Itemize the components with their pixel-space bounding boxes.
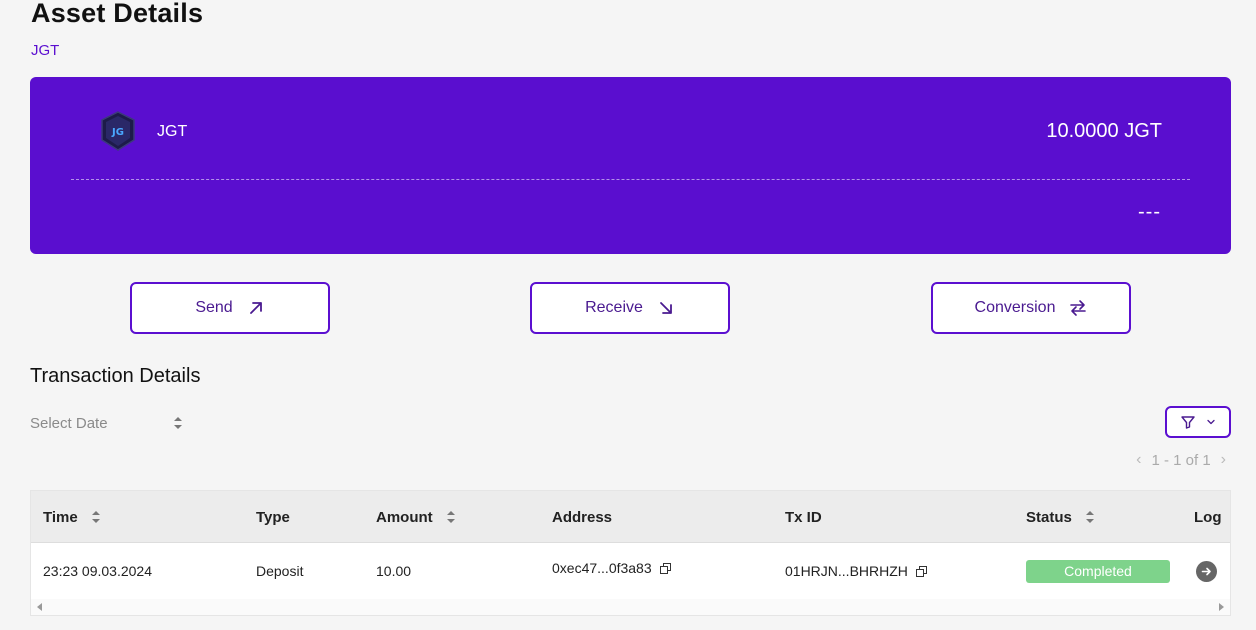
sort-icon[interactable] [1085, 511, 1094, 523]
cell-txid: 01HRJN...BHRHZH [785, 543, 927, 599]
cell-log [1196, 543, 1217, 599]
svg-text:JG: JG [111, 127, 124, 138]
column-header-label: Amount [376, 508, 433, 526]
filter-icon [1181, 416, 1195, 429]
column-header-label: Address [552, 508, 613, 526]
column-header-time[interactable]: Time [43, 491, 100, 543]
filter-button[interactable] [1165, 406, 1231, 438]
send-button[interactable]: Send [130, 282, 330, 334]
cell-status: Completed [1026, 543, 1170, 599]
column-header-label: Status [1026, 508, 1072, 526]
swap-arrows-icon [1070, 300, 1087, 316]
asset-symbol: JGT [157, 123, 188, 140]
scroll-left-icon[interactable] [37, 603, 42, 611]
send-button-label: Send [195, 299, 233, 316]
cell-type: Deposit [256, 563, 304, 579]
txid-value: 01HRJN...BHRHZH [785, 563, 908, 579]
column-header-label: Time [43, 508, 78, 526]
cell-amount: 10.00 [376, 563, 412, 579]
sort-icon[interactable] [446, 511, 455, 523]
pagination-label: 1 - 1 of 1 [1151, 451, 1211, 469]
receive-button-label: Receive [585, 299, 643, 316]
date-select-placeholder: Select Date [30, 414, 108, 432]
horizontal-scrollbar[interactable] [31, 599, 1230, 615]
column-header-label: Type [256, 508, 290, 526]
asset-balance: 10.0000 JGT [1046, 120, 1162, 142]
column-header-status[interactable]: Status [1026, 491, 1094, 543]
cell-address: 0xec47...0f3a83 [552, 540, 671, 596]
breadcrumb[interactable]: JGT [31, 42, 59, 59]
jgt-coin-logo: JG [101, 111, 135, 151]
date-select[interactable]: Select Date [30, 412, 182, 434]
select-caret-icon [174, 417, 182, 429]
conversion-button[interactable]: Conversion [931, 282, 1131, 334]
receive-button[interactable]: Receive [530, 282, 730, 334]
cell-time: 23:23 09.03.2024 [43, 563, 152, 579]
prev-page-icon[interactable]: ‹ [1136, 451, 1141, 469]
sort-icon[interactable] [91, 511, 100, 523]
pagination: ‹ 1 - 1 of 1 › [1136, 451, 1226, 469]
column-header-amount[interactable]: Amount [376, 491, 455, 543]
address-value: 0xec47...0f3a83 [552, 560, 652, 576]
status-badge: Completed [1026, 559, 1170, 583]
scroll-right-icon[interactable] [1219, 603, 1224, 611]
column-header-type: Type [256, 491, 290, 543]
arrow-up-right-icon [249, 302, 262, 314]
column-header-label: Log [1194, 508, 1222, 526]
conversion-button-label: Conversion [974, 299, 1056, 316]
log-button[interactable] [1196, 560, 1217, 582]
page-title: Asset Details [31, 0, 204, 28]
column-header-address: Address [552, 491, 612, 543]
arrow-down-right-icon [660, 302, 672, 314]
chevron-down-icon [1207, 419, 1215, 425]
asset-balance-card: JG JGT 10.0000 JGT --- [30, 77, 1231, 254]
card-divider [71, 179, 1190, 180]
table-row: 23:23 09.03.2024 Deposit 10.00 0xec47...… [31, 543, 1230, 599]
table-header: Time Type Amount Address Tx ID Status Lo… [31, 491, 1230, 543]
transaction-details-title: Transaction Details [30, 365, 201, 387]
asset-fiat-value: --- [1138, 201, 1161, 223]
transactions-table: Time Type Amount Address Tx ID Status Lo… [30, 490, 1231, 616]
copy-icon[interactable] [659, 562, 671, 574]
column-header-txid: Tx ID [785, 491, 822, 543]
arrow-right-icon [1201, 567, 1211, 575]
next-page-icon[interactable]: › [1221, 451, 1226, 469]
column-header-log: Log [1194, 491, 1222, 543]
copy-icon[interactable] [915, 565, 927, 577]
column-header-label: Tx ID [785, 508, 822, 526]
